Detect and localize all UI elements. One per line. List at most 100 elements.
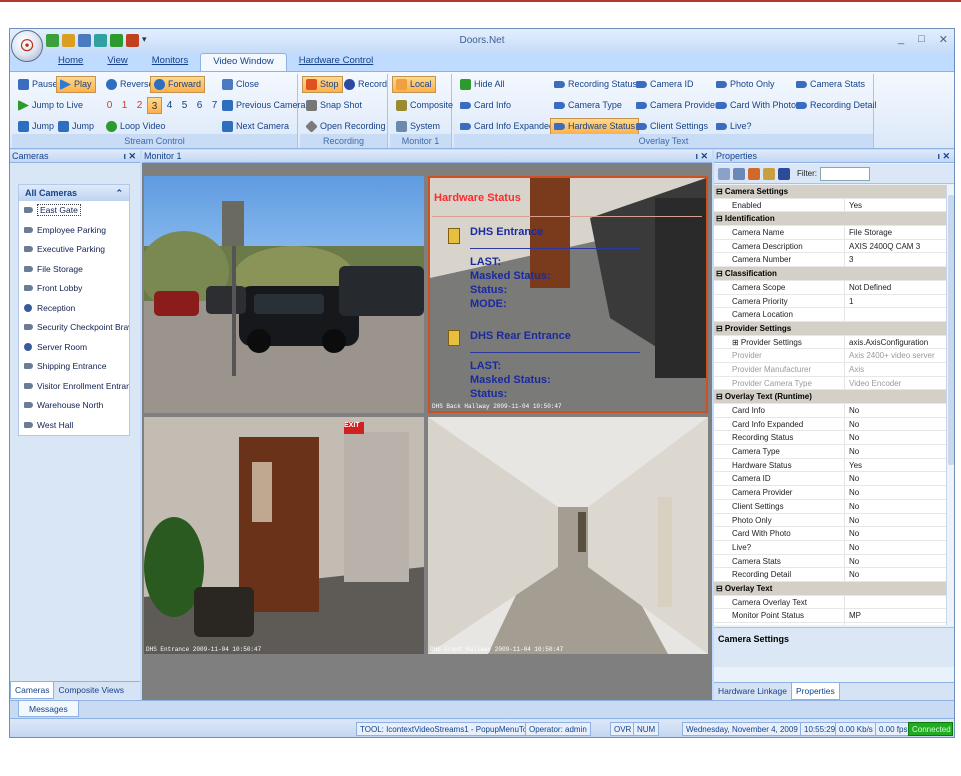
hardware-status-button[interactable]: Hardware Status	[550, 118, 640, 135]
tab-messages[interactable]: Messages	[18, 701, 79, 717]
property-value[interactable]: No	[845, 541, 946, 554]
camera-feed-entrance[interactable]: EXIT DHS Entrance 2009-11-04 10:50:47	[144, 417, 424, 654]
cameras-panel-pin-close[interactable]: ı ✕	[123, 150, 136, 163]
property-value[interactable]: No	[845, 472, 946, 485]
speed-3[interactable]: 3	[147, 97, 162, 114]
live-button[interactable]: Live?	[712, 118, 756, 135]
property-value[interactable]: CP	[845, 623, 946, 625]
card-with-photo-button[interactable]: Card With Photo	[712, 97, 800, 114]
pause-button[interactable]: Pause	[14, 76, 62, 93]
property-category[interactable]: ⊟ Overlay Text (Runtime)	[714, 390, 946, 404]
property-value[interactable]: Not Defined	[845, 281, 946, 294]
tab-hardware-control[interactable]: Hardware Control	[287, 53, 385, 71]
camera-type-button[interactable]: Camera Type	[550, 97, 626, 114]
property-value[interactable]: axis.AxisConfiguration	[845, 336, 946, 349]
camera-provider-button[interactable]: Camera Provider	[632, 97, 722, 114]
tab-video-window[interactable]: Video Window	[200, 53, 287, 71]
property-row[interactable]: Provider Axis 2400+ video server	[714, 349, 946, 363]
composite-button[interactable]: Composite	[392, 97, 457, 114]
property-row[interactable]: Recording Detail No	[714, 568, 946, 582]
camera-item[interactable]: East Gate	[19, 201, 129, 221]
next-camera-button[interactable]: Next Camera	[218, 118, 293, 135]
property-value[interactable]: No	[845, 527, 946, 540]
loop-video-button[interactable]: Loop Video	[102, 118, 169, 135]
property-row[interactable]: Camera ID No	[714, 472, 946, 487]
property-value[interactable]: No	[845, 514, 946, 527]
minimize-button[interactable]: _	[898, 33, 904, 46]
camera-stats-button[interactable]: Camera Stats	[792, 76, 869, 93]
property-value[interactable]: File Storage	[845, 226, 946, 239]
property-row[interactable]: ⊞ Provider Settings axis.AxisConfiguratio…	[714, 335, 946, 350]
card-info-expanded-button[interactable]: Card Info Expanded	[456, 118, 558, 135]
property-value[interactable]: No	[845, 555, 946, 568]
snap-shot-button[interactable]: Snap Shot	[302, 97, 366, 114]
jump-to-live-button[interactable]: Jump to Live	[14, 97, 87, 114]
card-info-button[interactable]: Card Info	[456, 97, 515, 114]
speed-0[interactable]: 0	[102, 97, 117, 114]
camera-item[interactable]: Security Checkpoint Bravo	[19, 318, 129, 338]
property-category[interactable]: ⊟ Provider Settings	[714, 321, 946, 336]
scrollbar-thumb[interactable]	[948, 195, 954, 465]
property-value[interactable]: Yes	[845, 459, 946, 472]
tab-home[interactable]: Home	[46, 53, 95, 71]
property-value[interactable]: MP	[845, 609, 946, 622]
property-row[interactable]: Camera Name File Storage	[714, 226, 946, 240]
property-value[interactable]: AXIS 2400Q CAM 3	[845, 240, 946, 253]
speed-6[interactable]: 6	[192, 97, 207, 114]
open-recording-button[interactable]: Open Recording	[302, 118, 390, 135]
maximize-button[interactable]: □	[918, 33, 925, 46]
play-button[interactable]: Play	[56, 76, 96, 93]
tab-view[interactable]: View	[95, 53, 139, 71]
system-button[interactable]: System	[392, 118, 444, 135]
property-row[interactable]: Hardware Status Yes	[714, 458, 946, 473]
local-button[interactable]: Local	[392, 76, 436, 93]
property-row[interactable]: Card Info Expanded No	[714, 417, 946, 432]
property-row[interactable]: Recording Status No	[714, 431, 946, 446]
jump-forward-button[interactable]: Jump	[54, 118, 98, 135]
speed-4[interactable]: 4	[162, 97, 177, 114]
property-row[interactable]: Camera Provider No	[714, 486, 946, 500]
property-value[interactable]: No	[845, 404, 946, 417]
property-row[interactable]: Camera Priority 1	[714, 294, 946, 309]
property-value[interactable]	[845, 596, 946, 609]
property-value[interactable]: Video Encoder	[845, 377, 946, 390]
property-row[interactable]: Client Settings No	[714, 499, 946, 514]
property-row[interactable]: Control Point StatusCP	[714, 623, 946, 625]
camera-feed-back-hallway[interactable]: Hardware Status DHS Entrance LAST: Maske…	[428, 176, 708, 413]
edit-icon[interactable]	[763, 167, 775, 180]
tab-hardware-linkage[interactable]: Hardware Linkage	[714, 683, 791, 700]
save-icon[interactable]	[778, 167, 790, 180]
property-row[interactable]: Live? No	[714, 540, 946, 555]
recording-detail-button[interactable]: Recording Detail	[792, 97, 881, 114]
application-menu-orb[interactable]: ☉	[11, 30, 43, 62]
property-value[interactable]: 1	[845, 295, 946, 308]
property-row[interactable]: Enabled Yes	[714, 198, 946, 213]
property-value[interactable]: Axis 2400+ video server	[845, 349, 946, 362]
tab-composite-views[interactable]: Composite Views	[54, 682, 128, 699]
photo-only-button[interactable]: Photo Only	[712, 76, 779, 93]
property-value[interactable]: 3	[845, 253, 946, 266]
speed-1[interactable]: 1	[117, 97, 132, 114]
property-grid-scrollbar[interactable]	[946, 185, 954, 625]
forward-button[interactable]: Forward	[150, 76, 206, 93]
camera-item[interactable]: Server Room	[19, 338, 129, 358]
property-category[interactable]: ⊟ Overlay Text	[714, 581, 946, 596]
property-value[interactable]: No	[845, 500, 946, 513]
property-row[interactable]: Card Info No	[714, 404, 946, 418]
property-row[interactable]: Camera Scope Not Defined	[714, 280, 946, 295]
camera-id-button[interactable]: Camera ID	[632, 76, 698, 93]
hide-all-button[interactable]: Hide All	[456, 76, 509, 93]
property-row[interactable]: Provider Manufacturer Axis	[714, 362, 946, 377]
all-cameras-group[interactable]: All Cameras ⌃	[19, 185, 129, 201]
tab-properties[interactable]: Properties	[790, 683, 840, 700]
property-category[interactable]: ⊟ Classification	[714, 267, 946, 281]
property-row[interactable]: Camera Stats No	[714, 554, 946, 569]
property-row[interactable]: Camera Overlay Text	[714, 595, 946, 610]
property-category[interactable]: ⊟ Identification	[714, 212, 946, 227]
stop-button[interactable]: Stop	[302, 76, 343, 93]
property-value[interactable]: No	[845, 431, 946, 444]
property-row[interactable]: Camera Number 3	[714, 253, 946, 268]
camera-item[interactable]: Front Lobby	[19, 279, 129, 299]
property-value[interactable]: Yes	[845, 199, 946, 212]
previous-camera-button[interactable]: Previous Camera	[218, 97, 310, 114]
